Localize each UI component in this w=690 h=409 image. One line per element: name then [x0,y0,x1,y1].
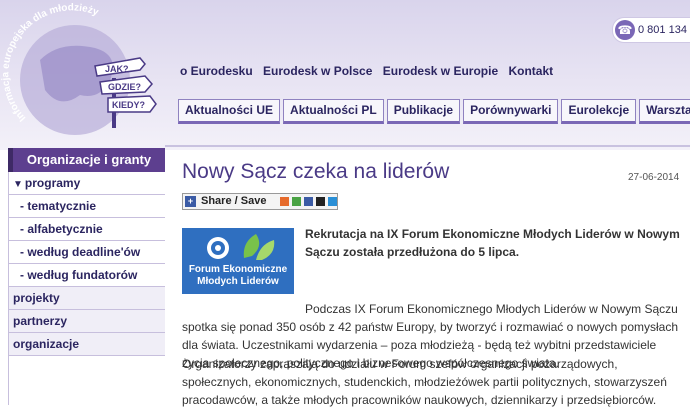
nav-o-eurodesku[interactable]: o Eurodesku [180,64,253,78]
tab-warsztaty[interactable]: Warsztaty [639,99,690,124]
phone-badge: ☎ 0 801 134 00 [612,17,690,43]
sidebar: Organizacje i granty ▼ programy - tematyc… [8,148,165,356]
content-divider [165,145,690,147]
sidebar-item-alfabetycznie[interactable]: - alfabetycznie [8,218,165,241]
triangle-down-icon: ▼ [13,179,23,190]
share-label: Share / Save [201,195,267,207]
phone-icon: ☎ [615,20,635,40]
sidebar-item-projekty[interactable]: projekty [8,287,165,310]
sidebar-item-fundatorow[interactable]: - według fundatorów [8,264,165,287]
sidebar-item-partnerzy[interactable]: partnerzy [8,310,165,333]
sidebar-item-label: organizacje [13,337,80,351]
sidebar-item-deadline[interactable]: - według deadline'ów [8,241,165,264]
forum-logo-line2: Młodych Liderów [197,276,279,287]
sidebar-item-organizacje[interactable]: organizacje [8,333,165,356]
tab-publikacje[interactable]: Publikacje [386,99,461,124]
eurodesk-logo[interactable]: Informacja europejska dla młodzieży JAK?… [0,0,165,145]
article-paragraph: Organizatorzy zapraszają do udziału w Fo… [182,357,667,407]
print-icon[interactable] [292,197,301,206]
tab-aktualnosci-pl[interactable]: Aktualności PL [283,99,384,124]
forum-logo-image: Forum Ekonomiczne Młodych Liderów [182,228,294,294]
sidebar-item-label: według fundatorów [27,268,138,282]
sidebar-item-label: według deadline'ów [27,245,141,259]
share-save-button[interactable]: + Share / Save [182,193,338,210]
forum-logo-line1: Forum Ekonomiczne [188,264,288,275]
section-tabs: Aktualności UE Aktualności PL Publikacje Po… [178,99,690,124]
sidebar-item-label: tematycznie [27,199,97,213]
nav-eurodesk-w-europie[interactable]: Eurodesk w Europie [383,64,498,78]
top-nav: o Eurodesku Eurodesk w Polsce Eurodesk w… [180,64,560,78]
share-icon: + [185,196,196,207]
tab-aktualnosci-ue[interactable]: Aktualności UE [178,99,281,124]
sidebar-border [8,172,9,405]
sidebar-item-tematycznie[interactable]: - tematycznie [8,195,165,218]
sign-kiedy: KIEDY? [112,100,145,110]
sidebar-item-label: programy [24,176,81,190]
tab-eurolekcje[interactable]: Eurolekcje [561,99,637,124]
sidebar-item-label: projekty [13,291,60,305]
email-icon[interactable] [280,197,289,206]
nav-kontakt[interactable]: Kontakt [508,64,553,78]
tab-porownywarki[interactable]: Porównywarki [463,99,559,124]
article-date: 27-06-2014 [628,172,680,183]
sidebar-item-programy[interactable]: ▼ programy [8,172,165,195]
sign-jak: JAK? [105,64,129,74]
sidebar-title: Organizacje i granty [8,148,165,172]
logo-graphic: Informacja europejska dla młodzieży JAK?… [0,2,157,135]
sidebar-item-label: partnerzy [13,314,68,328]
forum-emblem-icon [207,234,275,260]
phone-number: 0 801 134 00 [638,24,690,36]
sign-gdzie: GDZIE? [108,82,141,92]
article-lead: Rekrutacja na IX Forum Ekonomiczne Młody… [305,227,680,259]
facebook-icon[interactable] [304,197,313,206]
more-icon[interactable] [328,197,337,206]
delicious-icon[interactable] [316,197,325,206]
sidebar-item-label: alfabetycznie [27,222,103,236]
article-title: Nowy Sącz czeka na liderów [182,160,450,183]
nav-eurodesk-w-polsce[interactable]: Eurodesk w Polsce [263,64,372,78]
